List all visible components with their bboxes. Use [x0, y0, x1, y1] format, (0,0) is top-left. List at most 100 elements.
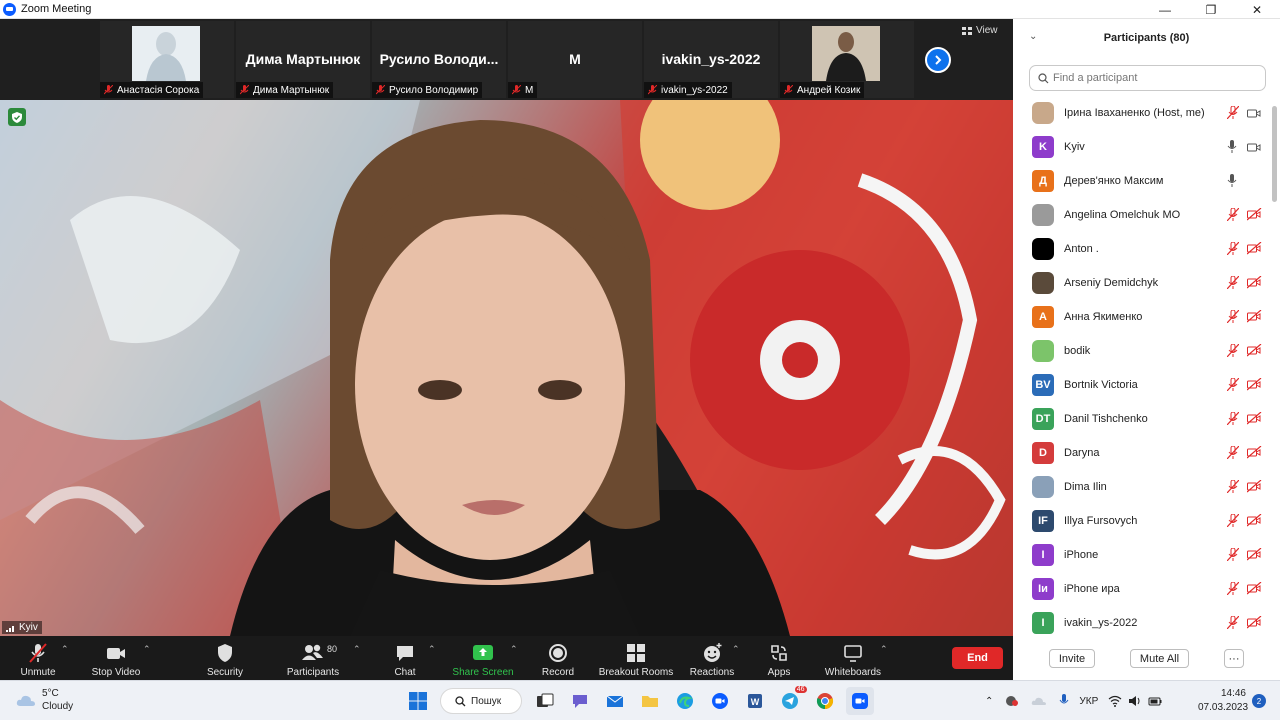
input-language[interactable]: УКР [1079, 696, 1098, 707]
file-explorer-button[interactable] [636, 687, 664, 715]
more-options-button[interactable]: ··· [1224, 649, 1244, 668]
taskbar-search[interactable]: Пошук [440, 688, 522, 714]
mic-muted-icon[interactable] [1226, 309, 1240, 328]
view-button[interactable]: View [962, 25, 998, 36]
security-tray-icon[interactable] [1005, 695, 1019, 707]
participant-row[interactable]: Iivakin_ys-2022 [1013, 606, 1271, 636]
microphone-tray-icon[interactable] [1059, 694, 1069, 708]
task-view-button[interactable] [531, 687, 559, 715]
participant-row[interactable]: Dima Ilin [1013, 470, 1271, 504]
participant-row[interactable]: IF Illya Fursovych [1013, 504, 1271, 538]
telegram-app-button[interactable]: 46 [776, 686, 807, 715]
participant-row[interactable]: DT Danil Tishchenko [1013, 402, 1271, 436]
mic-muted-icon[interactable] [1226, 241, 1240, 260]
word-app-button[interactable]: W [741, 687, 769, 715]
chrome-app-button[interactable] [811, 687, 839, 715]
audio-options-caret[interactable]: ⌃ [61, 644, 69, 655]
participant-thumbnail[interactable]: ivakin_ys-2022 ivakin_ys-2022 [644, 21, 778, 98]
participant-row[interactable]: Д Дерев'янко Максим [1013, 164, 1271, 198]
participant-row[interactable]: BV Bortnik Victoria [1013, 368, 1271, 402]
chat-options-caret[interactable]: ⌃ [428, 644, 436, 655]
mic-muted-icon[interactable] [1226, 411, 1240, 430]
invite-button[interactable]: Invite [1049, 649, 1095, 668]
video-camera-icon[interactable] [1247, 106, 1261, 124]
mic-muted-icon[interactable] [1226, 513, 1240, 532]
breakout-rooms-button[interactable]: Breakout Rooms [598, 636, 674, 680]
participant-row[interactable]: Anton . [1013, 232, 1271, 266]
video-off-icon[interactable] [1246, 411, 1262, 430]
record-button[interactable]: Record [538, 636, 578, 680]
teams-chat-button[interactable] [566, 687, 594, 715]
participant-row[interactable]: Angelina Omelchuk MO [1013, 198, 1271, 232]
video-off-icon[interactable] [1246, 547, 1262, 566]
participant-thumbnail[interactable]: Русило Володи... Русило Володимир [372, 21, 506, 98]
mic-muted-icon[interactable] [1226, 615, 1240, 634]
close-button[interactable]: ✕ [1234, 0, 1280, 19]
video-off-icon[interactable] [1246, 309, 1262, 328]
search-input[interactable] [1053, 72, 1253, 84]
mic-muted-icon[interactable] [1226, 581, 1240, 600]
participant-search-box[interactable] [1029, 65, 1266, 91]
participant-thumbnail[interactable]: Андрей Козик [780, 21, 914, 98]
participants-options-caret[interactable]: ⌃ [353, 644, 361, 655]
participant-row[interactable]: K Kyiv [1013, 130, 1271, 164]
participant-row[interactable]: Iи iPhone ира [1013, 572, 1271, 606]
mic-muted-icon[interactable] [1226, 547, 1240, 566]
share-screen-button[interactable]: Share Screen [452, 636, 514, 680]
video-off-icon[interactable] [1246, 275, 1262, 294]
mail-app-button[interactable] [601, 687, 629, 715]
edge-browser-button[interactable] [671, 687, 699, 715]
unmute-button[interactable]: Unmute [14, 636, 62, 680]
apps-button[interactable]: Apps [762, 636, 796, 680]
chat-button[interactable]: Chat [390, 636, 420, 680]
notifications-badge[interactable]: 2 [1252, 694, 1266, 708]
maximize-button[interactable]: ❐ [1188, 0, 1234, 19]
share-options-caret[interactable]: ⌃ [510, 644, 518, 655]
onedrive-cloud-icon[interactable] [1031, 696, 1047, 706]
mic-muted-icon[interactable] [1226, 479, 1240, 498]
collapse-panel-chevron-icon[interactable]: ⌄ [1029, 31, 1037, 42]
mic-muted-icon[interactable] [1226, 445, 1240, 464]
whiteboards-button[interactable]: Whiteboards [822, 636, 884, 680]
participant-row[interactable]: bodik [1013, 334, 1271, 368]
mic-muted-icon[interactable] [1226, 207, 1240, 226]
mic-muted-icon[interactable] [1226, 343, 1240, 362]
participant-thumbnail[interactable]: Анастасія Сорока [100, 21, 234, 98]
stop-video-button[interactable]: Stop Video [88, 636, 144, 680]
end-meeting-button[interactable]: End [952, 647, 1003, 669]
volume-icon[interactable] [1128, 695, 1142, 707]
scrollbar-thumb[interactable] [1272, 106, 1277, 202]
mic-muted-icon[interactable] [1226, 275, 1240, 294]
reactions-options-caret[interactable]: ⌃ [732, 644, 740, 655]
show-hidden-icons-chevron-icon[interactable]: ⌃ [985, 696, 993, 707]
video-off-icon[interactable] [1246, 377, 1262, 396]
participant-row[interactable]: Ірина Іваханенко (Host, me) [1013, 96, 1271, 130]
whiteboards-options-caret[interactable]: ⌃ [880, 644, 888, 655]
participant-thumbnail[interactable]: M M [508, 21, 642, 98]
video-camera-icon[interactable] [1247, 140, 1261, 158]
mic-muted-icon[interactable] [1226, 105, 1240, 124]
participant-row[interactable]: Arseniy Demidchyk [1013, 266, 1271, 300]
video-options-caret[interactable]: ⌃ [143, 644, 151, 655]
video-off-icon[interactable] [1246, 513, 1262, 532]
reactions-button[interactable]: Reactions [688, 636, 736, 680]
system-clock[interactable]: 14:46 07.03.2023 [1198, 687, 1248, 715]
participant-row[interactable]: D Daryna [1013, 436, 1271, 470]
zoom-app-button[interactable] [706, 687, 734, 715]
mic-icon[interactable] [1227, 174, 1237, 192]
mic-muted-icon[interactable] [1226, 377, 1240, 396]
video-off-icon[interactable] [1246, 241, 1262, 260]
participant-thumbnail[interactable]: Дима Мартынюк Дима Мартынюк [236, 21, 370, 98]
participant-row[interactable]: IiPhone [1013, 538, 1271, 572]
video-off-icon[interactable] [1246, 581, 1262, 600]
next-page-button[interactable] [925, 47, 951, 73]
wifi-icon[interactable] [1108, 695, 1122, 707]
mic-icon[interactable] [1227, 140, 1237, 158]
video-off-icon[interactable] [1246, 479, 1262, 498]
start-button[interactable] [404, 687, 432, 715]
mute-all-button[interactable]: Mute All [1130, 649, 1189, 668]
participant-row[interactable]: А Анна Якименко [1013, 300, 1271, 334]
encryption-shield-icon[interactable] [8, 108, 26, 126]
security-button[interactable]: Security [200, 636, 250, 680]
video-off-icon[interactable] [1246, 615, 1262, 634]
